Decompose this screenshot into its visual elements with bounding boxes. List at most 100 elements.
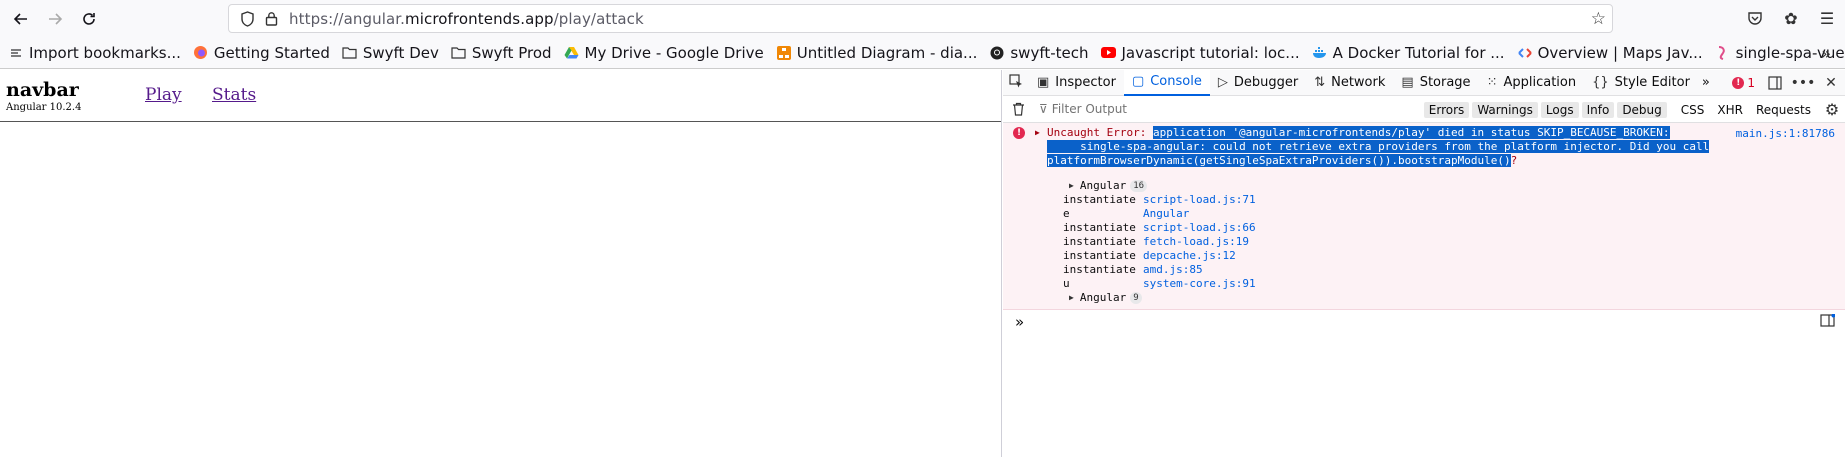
- stack-group-angular-top[interactable]: ▶ Angular 16: [1063, 179, 1256, 193]
- reload-button[interactable]: [72, 4, 106, 34]
- stack-frame: instantiate fetch-load.js:19: [1063, 235, 1249, 248]
- stack-frame: e Angular: [1063, 207, 1190, 220]
- filter-debug[interactable]: Debug: [1617, 101, 1667, 118]
- docker-icon: [1312, 45, 1328, 61]
- filter-input[interactable]: ⊽ Filter Output: [1039, 102, 1127, 116]
- editor-mode-icon[interactable]: [1820, 313, 1836, 331]
- style-editor-icon: {}: [1592, 75, 1609, 90]
- bookmark-getting-started[interactable]: Getting Started: [193, 44, 330, 62]
- more-tabs-button[interactable]: »: [1698, 70, 1714, 96]
- filter-xhr[interactable]: XHR: [1712, 102, 1748, 118]
- inspector-icon: ▣: [1037, 75, 1050, 90]
- filter-css[interactable]: CSS: [1676, 102, 1710, 118]
- navbar-brand: navbar: [6, 79, 79, 101]
- nav-link-stats[interactable]: Stats: [212, 85, 256, 105]
- error-icon: !: [1732, 77, 1745, 89]
- page-content: navbar Angular 10.2.4 Play Stats: [0, 70, 1002, 457]
- bookmark-swyft-prod[interactable]: Swyft Prod: [451, 44, 552, 62]
- folder-icon: [451, 45, 467, 61]
- extension-icon[interactable]: ✿: [1773, 9, 1809, 28]
- stack-frame: u system-core.js:91: [1063, 277, 1256, 290]
- github-icon: [989, 45, 1005, 61]
- angular-version: Angular 10.2.4: [6, 102, 82, 113]
- chevron-right-double-icon[interactable]: »: [1821, 44, 1831, 63]
- stack-frame: instantiate script-load.js:66: [1063, 221, 1256, 234]
- expand-triangle-icon[interactable]: ▶: [1035, 128, 1040, 137]
- storage-icon: ▤: [1401, 75, 1414, 90]
- maps-icon: [1517, 45, 1533, 61]
- bookmark-docker-tutorial[interactable]: A Docker Tutorial for ...: [1312, 44, 1505, 62]
- firefox-icon: [193, 45, 209, 61]
- tab-network[interactable]: ⇅ Network: [1306, 70, 1393, 96]
- bookmark-swyft-dev[interactable]: Swyft Dev: [342, 44, 439, 62]
- console-error-message[interactable]: ! ▶ Uncaught Error: application '@angula…: [1003, 123, 1845, 310]
- network-icon: ⇅: [1314, 75, 1326, 90]
- bookmark-import[interactable]: Import bookmarks...: [8, 44, 181, 62]
- back-button[interactable]: [4, 4, 38, 34]
- stack-group-angular-bottom[interactable]: ▶ Angular 9: [1063, 291, 1256, 305]
- arrow-right-icon: [49, 12, 63, 25]
- browser-toolbar: https://angular.microfrontends.app/play/…: [0, 0, 1845, 37]
- stack-frame: instantiate amd.js:85: [1063, 263, 1203, 276]
- import-icon: [8, 45, 24, 61]
- nav-link-play[interactable]: Play: [145, 85, 182, 105]
- chevron-right-double-icon: »: [1701, 75, 1710, 90]
- app-navbar: navbar Angular 10.2.4 Play Stats: [0, 70, 1001, 122]
- arrow-left-icon: [13, 12, 27, 25]
- pocket-icon[interactable]: [1737, 11, 1773, 26]
- stack-trace: ▶ Angular 16 instantiate script-load.js:71 …: [1063, 179, 1256, 305]
- filter-icon: ⊽: [1039, 102, 1048, 116]
- bookmark-maps-overview[interactable]: Overview | Maps Jav...: [1517, 44, 1703, 62]
- filter-logs[interactable]: Logs: [1540, 101, 1579, 118]
- tab-style-editor[interactable]: {} Style Editor: [1584, 70, 1698, 96]
- element-picker-button[interactable]: [1003, 70, 1029, 96]
- filter-warnings[interactable]: Warnings: [1472, 101, 1538, 118]
- lock-icon[interactable]: [259, 11, 283, 26]
- bookmark-swyft-tech[interactable]: swyft-tech: [989, 44, 1089, 62]
- error-count-badge[interactable]: ! 1: [1732, 76, 1755, 90]
- stack-frame: instantiate depcache.js:12: [1063, 249, 1236, 262]
- expand-triangle-icon: ▶: [1069, 181, 1074, 190]
- dock-toggle-icon[interactable]: [1761, 76, 1789, 90]
- filter-errors[interactable]: Errors: [1423, 101, 1470, 118]
- bookmark-star-icon[interactable]: ☆: [1591, 9, 1606, 29]
- error-source-link[interactable]: main.js:1:81786: [1736, 127, 1835, 140]
- console-icon: ▢: [1131, 74, 1145, 89]
- more-options-icon[interactable]: •••: [1789, 75, 1817, 91]
- error-icon: !: [1013, 127, 1025, 139]
- drawio-icon: [776, 45, 792, 61]
- gear-icon[interactable]: ⚙: [1819, 100, 1845, 119]
- url-bar[interactable]: https://angular.microfrontends.app/play/…: [228, 4, 1613, 33]
- console-input[interactable]: »: [1003, 310, 1845, 334]
- application-icon: ⁙: [1486, 75, 1498, 90]
- tab-inspector[interactable]: ▣ Inspector: [1029, 70, 1124, 96]
- error-text[interactable]: Uncaught Error: application '@angular-mi…: [1047, 126, 1727, 168]
- devtools-tabbar: ▣ Inspector ▢ Console ▷ Debugger ⇅ Network ▤…: [1003, 69, 1845, 96]
- reload-icon: [83, 12, 95, 25]
- bookmarks-bar: Import bookmarks... Getting Started Swyf…: [0, 37, 1845, 69]
- url-text[interactable]: https://angular.microfrontends.app/play/…: [289, 10, 644, 28]
- console-filterbar: ⊽ Filter Output Errors Warnings Logs Info…: [1003, 96, 1845, 123]
- forward-button[interactable]: [38, 4, 72, 34]
- folder-icon: [342, 45, 358, 61]
- tab-console[interactable]: ▢ Console: [1123, 69, 1210, 96]
- expand-triangle-icon: ▶: [1069, 293, 1074, 302]
- devtools-panel: ▣ Inspector ▢ Console ▷ Debugger ⇅ Network ▤…: [1003, 69, 1845, 457]
- drive-icon: [564, 45, 580, 61]
- bookmark-drawio[interactable]: Untitled Diagram - dia...: [776, 44, 977, 62]
- stack-frame: instantiate script-load.js:71: [1063, 193, 1256, 206]
- filter-info[interactable]: Info: [1581, 101, 1615, 118]
- tab-storage[interactable]: ▤ Storage: [1393, 70, 1478, 96]
- shield-icon[interactable]: [235, 10, 259, 27]
- tab-debugger[interactable]: ▷ Debugger: [1210, 70, 1306, 96]
- close-icon[interactable]: ✕: [1817, 75, 1845, 91]
- hamburger-menu-icon[interactable]: ☰: [1809, 9, 1845, 28]
- bookmark-javascript-tutorial[interactable]: Javascript tutorial: loc...: [1101, 44, 1300, 62]
- youtube-icon: [1101, 45, 1117, 61]
- filter-requests[interactable]: Requests: [1751, 102, 1816, 118]
- tab-application[interactable]: ⁙ Application: [1479, 70, 1585, 96]
- single-spa-icon: [1715, 45, 1731, 61]
- trash-icon[interactable]: [1003, 102, 1033, 116]
- picker-icon: [1009, 73, 1023, 92]
- bookmark-google-drive[interactable]: My Drive - Google Drive: [564, 44, 764, 62]
